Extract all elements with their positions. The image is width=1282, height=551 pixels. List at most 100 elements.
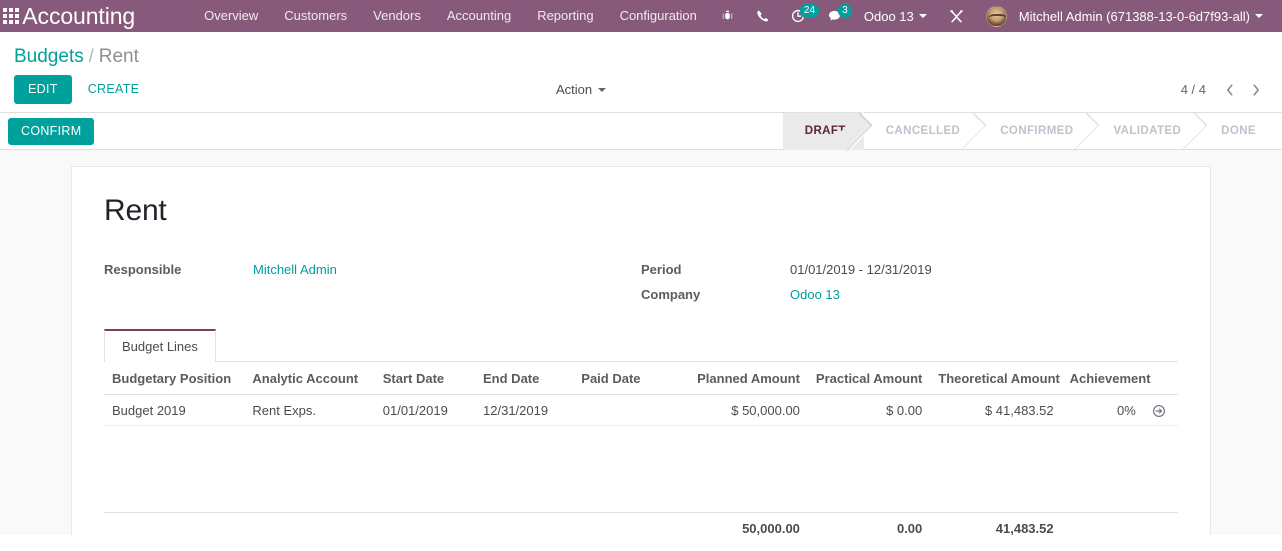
status-stage-done[interactable]: DONE xyxy=(1199,113,1282,150)
totals-actions xyxy=(1143,512,1178,535)
developer-tools-button[interactable] xyxy=(938,0,975,32)
breadcrumb-budgets[interactable]: Budgets xyxy=(14,46,84,67)
tab-budget-lines[interactable]: Budget Lines xyxy=(104,329,216,362)
column-header-practical-amount[interactable]: Practical Amount xyxy=(807,362,931,395)
top-navbar: Accounting Overview Customers Vendors Ac… xyxy=(0,0,1282,32)
form-page-background: Rent Responsible Mitchell Admin Period 0… xyxy=(0,150,1282,535)
pager-previous-button[interactable] xyxy=(1218,78,1242,102)
table-filler-row xyxy=(104,455,1178,484)
menu-item-reporting[interactable]: Reporting xyxy=(524,0,606,32)
page-title: Rent xyxy=(104,194,167,227)
column-header-paid-date[interactable]: Paid Date xyxy=(573,362,686,395)
statusbar-row: CONFIRM DRAFT CANCELLED CONFIRMED VALIDA… xyxy=(0,112,1282,150)
table-row[interactable]: Budget 2019 Rent Exps. 01/01/2019 12/31/… xyxy=(104,394,1178,427)
apps-menu-button[interactable] xyxy=(0,0,22,32)
cell-start-date: 01/01/2019 xyxy=(374,394,476,427)
confirm-button[interactable]: CONFIRM xyxy=(8,117,95,145)
message-count-badge: 3 xyxy=(837,4,852,18)
cell-achievement: 0% xyxy=(1061,394,1144,427)
create-button[interactable]: CREATE xyxy=(77,75,151,104)
field-responsible: Responsible Mitchell Admin xyxy=(104,257,641,282)
pager-next-button[interactable] xyxy=(1244,78,1268,102)
breadcrumb-separator: / xyxy=(88,46,94,66)
cell-analytic-account: Rent Exps. xyxy=(244,394,375,427)
column-header-end-date[interactable]: End Date xyxy=(475,362,574,395)
status-stage-cancelled[interactable]: CANCELLED xyxy=(864,113,979,150)
column-header-achievement[interactable]: Achievement xyxy=(1061,362,1151,395)
voip-phone-button[interactable] xyxy=(745,0,780,32)
app-brand-title[interactable]: Accounting xyxy=(22,3,145,30)
field-period-value: 01/01/2019 - 12/31/2019 xyxy=(790,262,932,277)
chevron-left-icon xyxy=(1227,83,1233,96)
activity-menu-button[interactable]: 24 xyxy=(780,0,820,32)
field-responsible-label: Responsible xyxy=(104,262,182,277)
table-totals-row: 50,000.00 0.00 41,483.52 xyxy=(104,512,1178,535)
status-stage-validated[interactable]: VALIDATED xyxy=(1091,113,1199,150)
pager: 4 / 4 xyxy=(1181,78,1268,102)
column-header-analytic-account[interactable]: Analytic Account xyxy=(244,362,375,395)
phone-icon xyxy=(757,10,768,22)
total-practical-amount: 0.00 xyxy=(807,512,931,535)
chevron-down-icon xyxy=(1255,14,1263,18)
field-company-value[interactable]: Odoo 13 xyxy=(790,282,840,307)
apps-grid-icon xyxy=(3,8,20,24)
bug-icon xyxy=(722,10,733,20)
fields-right-column: Period 01/01/2019 - 12/31/2019 Company O… xyxy=(641,257,1178,307)
notebook: Budget Lines Budgetary Position Analytic… xyxy=(104,329,1178,535)
menu-item-configuration[interactable]: Configuration xyxy=(607,0,710,32)
table-filler-row xyxy=(104,426,1178,455)
menu-item-customers[interactable]: Customers xyxy=(271,0,360,32)
field-period: Period 01/01/2019 - 12/31/2019 xyxy=(641,257,1178,282)
status-stage-confirmed[interactable]: CONFIRMED xyxy=(978,113,1091,150)
column-header-planned-amount[interactable]: Planned Amount xyxy=(685,362,808,395)
chevron-down-icon xyxy=(918,14,927,18)
chevron-right-icon xyxy=(1253,83,1259,96)
record-fields: Responsible Mitchell Admin Period 01/01/… xyxy=(104,257,1178,307)
avatar xyxy=(985,5,1007,27)
table-footer: 50,000.00 0.00 41,483.52 xyxy=(104,512,1178,535)
navbar-right-tools: 24 3 Odoo 13 Mitchell Admin (671388-13-0… xyxy=(710,0,1282,32)
debug-menu-button[interactable] xyxy=(710,0,745,32)
menu-item-accounting[interactable]: Accounting xyxy=(434,0,524,32)
field-responsible-value[interactable]: Mitchell Admin xyxy=(253,257,337,282)
table-header: Budgetary Position Analytic Account Star… xyxy=(104,362,1178,395)
status-pipeline: DRAFT CANCELLED CONFIRMED VALIDATED DONE xyxy=(782,112,1282,150)
database-selector[interactable]: Odoo 13 xyxy=(853,0,938,32)
table-header-row: Budgetary Position Analytic Account Star… xyxy=(104,362,1178,395)
cell-open-record[interactable] xyxy=(1143,394,1178,427)
totals-achievement xyxy=(1061,512,1144,535)
total-planned-amount: 50,000.00 xyxy=(685,512,808,535)
pager-value: 4 / 4 xyxy=(1180,82,1206,97)
total-theoretical-amount: 41,483.52 xyxy=(930,512,1062,535)
control-panel-buttons: EDIT CREATE Action 4 / 4 xyxy=(0,75,1282,112)
budget-lines-table: Budgetary Position Analytic Account Star… xyxy=(104,362,1178,535)
menu-item-overview[interactable]: Overview xyxy=(191,0,271,32)
control-panel: Budgets / Rent EDIT CREATE Action 4 / 4 xyxy=(0,32,1282,113)
cell-budgetary-position: Budget 2019 xyxy=(104,394,245,427)
messaging-menu-button[interactable]: 3 xyxy=(816,0,853,32)
user-name-label: Mitchell Admin (671388-13-0-6d7f93-all) xyxy=(1018,8,1250,24)
internal-link-circle-arrow-icon[interactable] xyxy=(1152,403,1167,418)
action-dropdown-label: Action xyxy=(556,82,593,97)
breadcrumb-current: Rent xyxy=(98,46,139,67)
column-header-budgetary-position[interactable]: Budgetary Position xyxy=(104,362,245,395)
cell-end-date: 12/31/2019 xyxy=(475,394,574,427)
chevron-down-icon xyxy=(598,87,607,92)
field-period-label: Period xyxy=(641,262,682,277)
table-filler-row xyxy=(104,483,1178,514)
breadcrumb: Budgets / Rent xyxy=(0,32,1282,75)
cell-practical-amount: $ 0.00 xyxy=(807,394,931,427)
field-company-label: Company xyxy=(641,287,701,302)
cell-theoretical-amount: $ 41,483.52 xyxy=(930,394,1062,427)
user-menu[interactable]: Mitchell Admin (671388-13-0-6d7f93-all) xyxy=(975,0,1274,32)
wrench-tools-icon xyxy=(949,9,963,22)
column-header-theoretical-amount[interactable]: Theoretical Amount xyxy=(930,362,1062,395)
table-body: Budget 2019 Rent Exps. 01/01/2019 12/31/… xyxy=(104,394,1178,514)
edit-button[interactable]: EDIT xyxy=(14,75,72,104)
status-stage-draft[interactable]: DRAFT xyxy=(782,112,864,150)
column-header-start-date[interactable]: Start Date xyxy=(374,362,476,395)
field-company: Company Odoo 13 xyxy=(641,282,1178,307)
cell-paid-date xyxy=(573,394,686,427)
menu-item-vendors[interactable]: Vendors xyxy=(360,0,434,32)
action-dropdown[interactable]: Action xyxy=(556,82,607,97)
